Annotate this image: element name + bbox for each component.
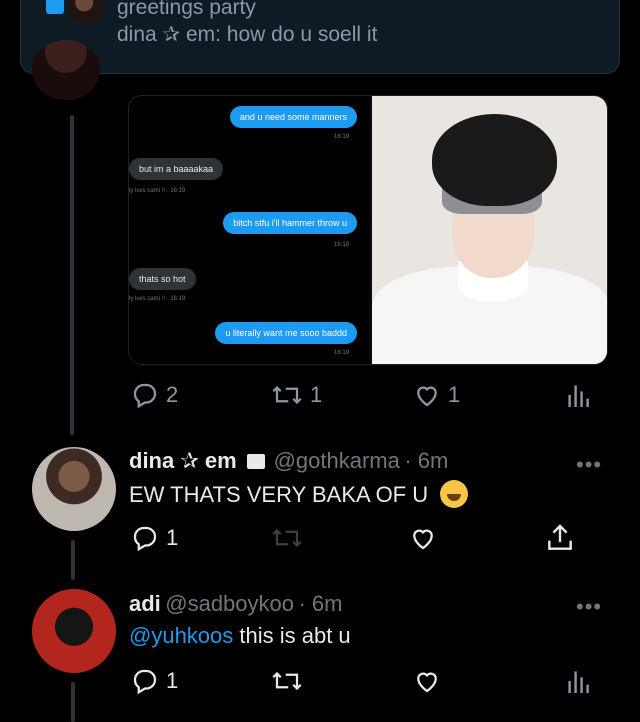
chat-bubble: bitch stfu i'll hammer throw u — [223, 212, 357, 234]
mention-link[interactable]: @yuhkoos — [129, 623, 233, 648]
heart-icon — [417, 672, 437, 693]
chat-bubble: u literally want me sooo baddd — [215, 322, 357, 344]
heart-icon — [417, 386, 437, 407]
display-name[interactable]: adi — [129, 591, 161, 616]
chat-time: 16:19 — [333, 134, 349, 140]
like-count: 1 — [448, 382, 461, 407]
display-name[interactable]: dina ✰ em — [129, 448, 237, 473]
share-icon — [548, 524, 572, 550]
reply-header: adi @sadboykoo · 6m — [129, 591, 342, 617]
tweet-media[interactable]: and u need some manners 16:19 but im a b… — [128, 95, 608, 365]
analytics-button[interactable] — [566, 666, 590, 696]
thread-line — [71, 682, 75, 722]
selfie-photo[interactable] — [372, 96, 607, 364]
chat-time: 16:19 — [333, 350, 349, 356]
reply-text-content: EW THATS VERY BAKA OF U — [129, 482, 429, 507]
more-options-button[interactable]: ••• — [576, 452, 602, 478]
retweet-icon — [272, 385, 302, 405]
share-button[interactable] — [544, 522, 576, 554]
reply-button[interactable]: 1 — [130, 523, 178, 553]
timestamp[interactable]: · 6m — [298, 591, 342, 616]
thread-line — [71, 540, 75, 580]
chat-bubble: and u need some manners — [229, 106, 357, 128]
avatar[interactable] — [32, 40, 100, 100]
reply-count: 1 — [166, 525, 179, 550]
handle[interactable]: @gothkarma — [274, 448, 400, 473]
reply-text: @yuhkoos this is abt u — [129, 623, 351, 649]
more-options-button[interactable]: ••• — [576, 594, 602, 620]
reply-icon — [133, 669, 157, 695]
chat-meta: ly luvs cami !! · 16:19 — [129, 188, 186, 194]
retweet-button[interactable]: 1 — [270, 380, 322, 410]
reply-text: EW THATS VERY BAKA OF U — [129, 480, 469, 508]
analytics-icon — [568, 385, 589, 407]
laughing-emoji-icon — [440, 480, 469, 508]
notification-title: greetings party — [117, 0, 256, 19]
retweet-button[interactable] — [270, 666, 304, 696]
chat-time: 16:19 — [333, 242, 349, 248]
analytics-button[interactable] — [566, 380, 590, 410]
timestamp[interactable]: · 6m — [404, 448, 448, 473]
thread-line — [70, 115, 74, 435]
reply-button[interactable]: 1 — [130, 666, 178, 696]
beret-shape — [432, 114, 557, 206]
reply-count: 2 — [166, 382, 179, 407]
reply-count: 1 — [166, 668, 179, 693]
like-button[interactable] — [408, 523, 438, 553]
message-icon — [46, 0, 64, 14]
lock-icon — [247, 454, 266, 469]
avatar[interactable] — [32, 447, 116, 531]
reply-button[interactable]: 2 — [130, 380, 178, 410]
chat-bubble: but im a baaaakaa — [129, 158, 224, 180]
avatar[interactable] — [32, 589, 116, 673]
reply-header: dina ✰ em @gothkarma · 6m — [129, 448, 448, 474]
notification-message: dina ✰ em: how do u soell it — [117, 23, 378, 46]
handle[interactable]: @sadboykoo — [165, 591, 294, 616]
like-button[interactable] — [412, 666, 442, 696]
chat-screenshot[interactable]: and u need some manners 16:19 but im a b… — [129, 96, 369, 364]
chat-meta: ly luvs cami !! · 16:19 — [129, 296, 186, 302]
retweet-count: 1 — [310, 382, 323, 407]
reply-text-content: this is abt u — [233, 623, 351, 648]
reply-icon — [133, 383, 157, 409]
analytics-icon — [568, 671, 589, 693]
retweet-icon — [272, 528, 302, 548]
heart-icon — [413, 529, 433, 550]
chat-bubble: thats so hot — [129, 268, 196, 290]
like-button[interactable]: 1 — [412, 380, 460, 410]
retweet-button[interactable] — [270, 523, 304, 553]
retweet-icon — [272, 671, 302, 691]
reply-icon — [133, 526, 157, 552]
